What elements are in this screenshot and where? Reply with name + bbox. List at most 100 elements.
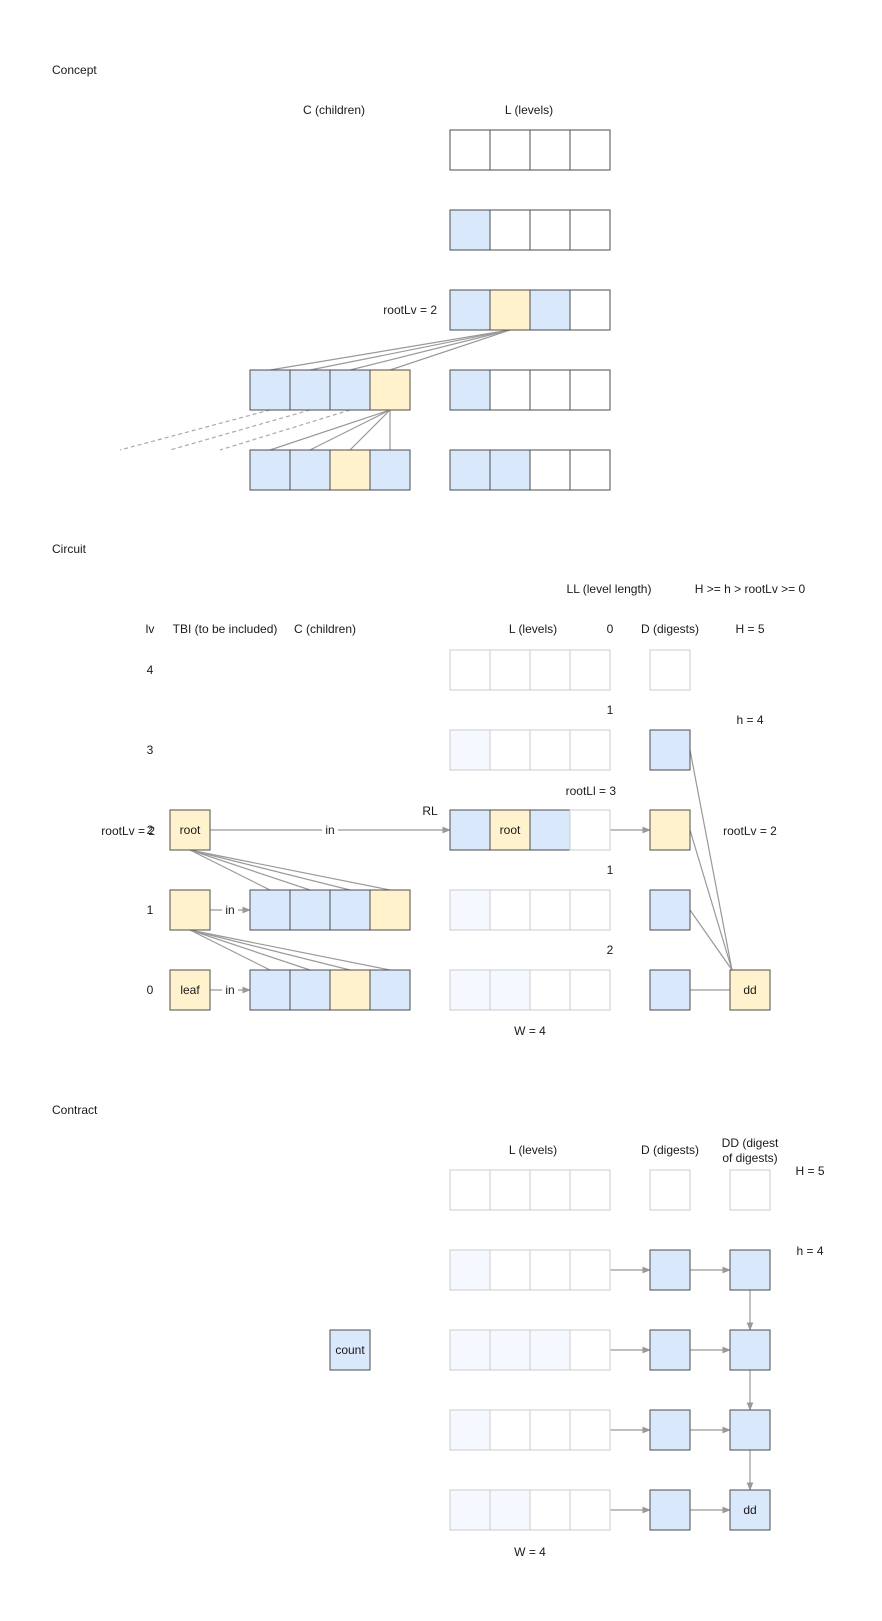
circuit-dd-text: dd	[743, 983, 756, 997]
circuit-level-cell	[529, 809, 571, 851]
circuit-child-cell	[249, 889, 291, 931]
concept-child-cell	[249, 449, 291, 491]
contract-level-cell	[489, 1249, 531, 1291]
contract-level-cell	[449, 1169, 491, 1211]
concept-level-cell	[529, 129, 571, 171]
circuit-tbi-leaf-text: leaf	[180, 983, 200, 997]
concept-fan-line	[309, 329, 511, 371]
circuit-lv-value: 0	[147, 983, 154, 997]
contract-levels-header: L (levels)	[509, 1143, 557, 1157]
circuit-child-cell	[329, 889, 371, 931]
contract-h-label: h = 4	[796, 1244, 823, 1258]
circuit-lv-values: 4 3 2 1 0	[147, 663, 154, 997]
concept-level-cell	[569, 209, 611, 251]
circuit-child-cell	[329, 969, 371, 1011]
contract-level-cell	[529, 1489, 571, 1531]
contract-level-cell	[449, 1329, 491, 1371]
circuit-section: Circuit LL (level length) H >= h > rootL…	[52, 542, 806, 1038]
circuit-level-cell	[569, 809, 611, 851]
contract-level-cell	[529, 1329, 571, 1371]
contract-level-cell	[489, 1489, 531, 1531]
circuit-constraint: H >= h > rootLv >= 0	[695, 582, 806, 596]
concept-child-cell	[329, 449, 371, 491]
concept-title: Concept	[52, 63, 97, 77]
circuit-child-cell	[369, 969, 411, 1011]
concept-child-cell	[329, 369, 371, 411]
circuit-level-cell	[489, 969, 531, 1011]
contract-w-label: W = 4	[514, 1545, 546, 1559]
concept-level-cell	[569, 449, 611, 491]
circuit-tbi-header: TBI (to be included)	[173, 622, 278, 636]
contract-digest-cell	[649, 1329, 691, 1371]
circuit-level-cell	[449, 809, 491, 851]
circuit-level-cell	[569, 889, 611, 931]
circuit-in-label-leaf: in	[225, 983, 234, 997]
circuit-ll-value: 2	[607, 943, 614, 957]
circuit-mid-fan-line	[189, 929, 271, 971]
circuit-rootlv-right: rootLv = 2	[723, 824, 777, 838]
contract-level-cell	[569, 1249, 611, 1291]
circuit-level-cell	[449, 969, 491, 1011]
contract-digest-cell	[649, 1249, 691, 1291]
contract-level-cell	[529, 1249, 571, 1291]
diagram-canvas: Concept C (children) L (levels) rootLv =…	[52, 63, 825, 1559]
concept-level-cell	[489, 449, 531, 491]
circuit-tbi-root-text: root	[180, 823, 201, 837]
concept-level-cell	[569, 129, 611, 171]
circuit-digest-cell	[649, 969, 691, 1011]
concept-levels-header: L (levels)	[505, 103, 553, 117]
concept-section: Concept C (children) L (levels) rootLv =…	[52, 63, 553, 317]
concept-level-cell	[569, 369, 611, 411]
contract-level-cell	[449, 1409, 491, 1451]
circuit-title: Circuit	[52, 542, 87, 556]
contract-dd-header-line2: of digests)	[722, 1151, 777, 1165]
concept-level-cell	[489, 369, 531, 411]
concept-child-cell	[289, 449, 331, 491]
circuit-h-label: h = 4	[736, 713, 763, 727]
circuit-digest-dd-line	[689, 829, 733, 971]
circuit-root-fan-line	[189, 849, 271, 891]
contract-dd-header-line1: DD (digest	[722, 1136, 779, 1150]
contract-digest-cell	[649, 1409, 691, 1451]
concept-rootlv-label: rootLv = 2	[383, 303, 437, 317]
contract-dd-cell	[729, 1409, 771, 1451]
concept-fan-line	[349, 329, 511, 371]
circuit-lv-value: 3	[147, 743, 154, 757]
circuit-mid-fan-line	[189, 929, 391, 971]
circuit-mid-fan-line	[189, 929, 351, 971]
contract-dd-cell	[729, 1329, 771, 1371]
contract-section: Contract L (levels) D (digests) DD (dige…	[52, 1103, 825, 1559]
contract-count-text: count	[335, 1343, 365, 1357]
contract-title: Contract	[52, 1103, 98, 1117]
circuit-level-cell	[529, 649, 571, 691]
circuit-children-header: C (children)	[294, 622, 356, 636]
circuit-level-cell	[449, 729, 491, 771]
contract-digests-header: D (digests)	[641, 1143, 699, 1157]
circuit-ll-value: 1	[607, 703, 614, 717]
concept-level-cell	[529, 449, 571, 491]
circuit-level-cell	[569, 649, 611, 691]
circuit-child-cell	[249, 969, 291, 1011]
circuit-child-cell	[369, 889, 411, 931]
concept-child-cell	[249, 369, 291, 411]
circuit-level-root-text: root	[500, 823, 521, 837]
circuit-in-label-mid: in	[225, 903, 234, 917]
concept-level-cell	[529, 209, 571, 251]
circuit-lv-value: 2	[147, 823, 154, 837]
contract-dd-cell	[729, 1169, 771, 1211]
contract-digest-cell	[649, 1169, 691, 1211]
circuit-rl-label: RL	[422, 804, 438, 818]
contract-level-cell	[449, 1249, 491, 1291]
circuit-level-cell	[449, 649, 491, 691]
concept-level-cell	[569, 289, 611, 331]
concept-level-cell	[449, 289, 491, 331]
circuit-root-fan-line	[189, 849, 391, 891]
circuit-level-cell	[529, 889, 571, 931]
contract-level-cell	[529, 1409, 571, 1451]
circuit-in-label-root: in	[325, 823, 334, 837]
concept-subfan-line	[309, 409, 391, 451]
contract-level-cell	[569, 1329, 611, 1371]
circuit-lv-header: lv	[146, 622, 155, 636]
contract-digest-cell	[649, 1489, 691, 1531]
circuit-level-cell	[489, 729, 531, 771]
